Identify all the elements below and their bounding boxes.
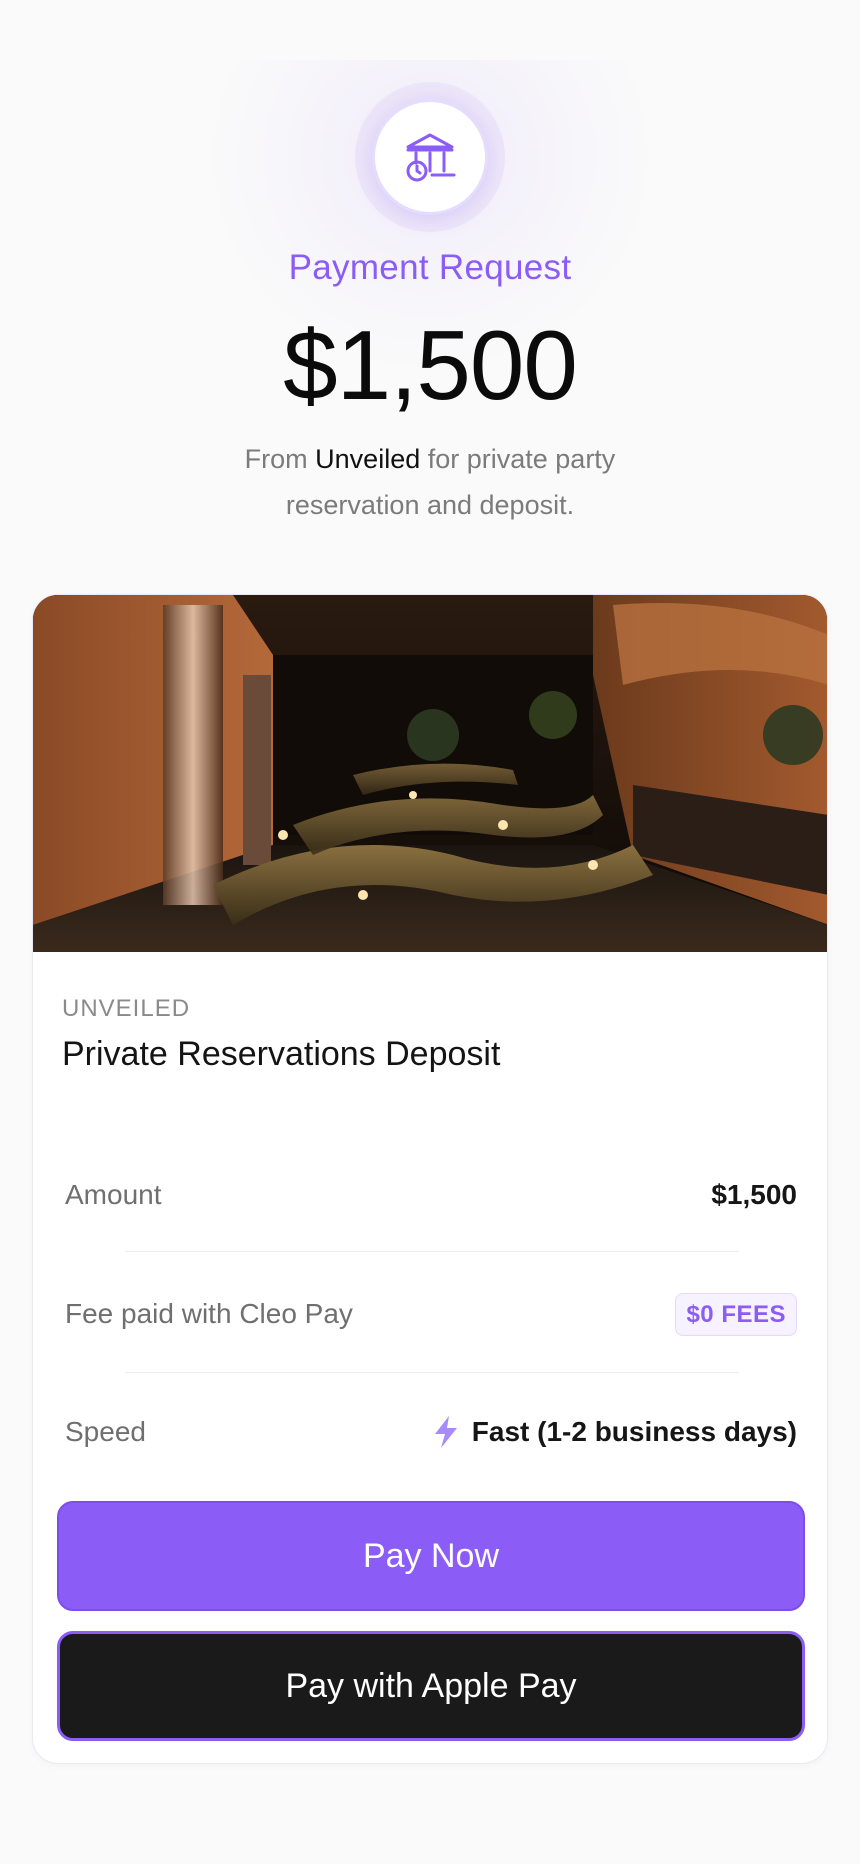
request-description: From Unveiled for private party reservat…: [190, 436, 670, 528]
apple-pay-button[interactable]: Pay with Apple Pay: [57, 1631, 805, 1741]
amount-label: Amount: [65, 1179, 162, 1210]
description-prefix: From: [244, 444, 316, 474]
speed-label: Speed: [65, 1416, 146, 1447]
header-icon-ring: [355, 82, 505, 232]
request-amount: $1,500: [283, 310, 578, 420]
fee-badge: $0 FEES: [675, 1292, 797, 1336]
payment-card: UNVEILED Private Reservations Deposit Am…: [32, 594, 828, 1764]
lounge-photo: [33, 595, 827, 952]
speed-value-group: Fast (1-2 business days): [430, 1414, 797, 1450]
merchant-name: Unveiled: [315, 444, 421, 474]
bank-clock-icon: [406, 133, 456, 182]
lounge-illustration: [33, 595, 827, 952]
bolt-icon: [430, 1414, 462, 1450]
fee-row: Fee paid with Cleo Pay $0 FEES: [65, 1284, 797, 1344]
fee-label: Fee paid with Cleo Pay: [65, 1298, 353, 1329]
speed-row: Speed Fast (1-2 business days): [65, 1402, 797, 1462]
speed-value: Fast (1-2 business days): [471, 1416, 797, 1447]
divider: [125, 1372, 739, 1373]
divider: [125, 1251, 739, 1252]
amount-row: Amount $1,500: [65, 1165, 797, 1225]
item-title: Private Reservations Deposit: [62, 1035, 501, 1073]
header-icon-circle: [372, 99, 488, 215]
merchant-eyebrow: UNVEILED: [62, 995, 191, 1022]
payment-request-page: Payment Request $1,500 From Unveiled for…: [0, 0, 860, 1864]
amount-value: $1,500: [711, 1179, 797, 1210]
payment-request-label: Payment Request: [288, 248, 572, 287]
pay-now-button[interactable]: Pay Now: [57, 1501, 805, 1611]
